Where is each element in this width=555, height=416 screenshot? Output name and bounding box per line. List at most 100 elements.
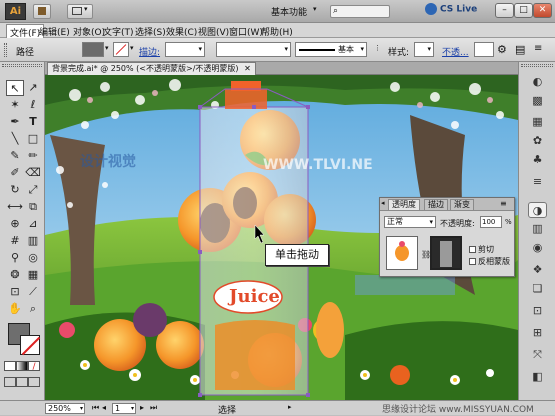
lasso-tool-icon[interactable]: ℓ [24, 97, 42, 113]
tab-gradient[interactable]: 渐变 [450, 199, 474, 210]
current-tool-label: 选择 [218, 406, 237, 416]
draw-normal-icon[interactable] [4, 377, 16, 387]
paintbrush-tool-icon[interactable]: ✎ [6, 148, 24, 164]
arrange-documents-button[interactable]: ▾ [67, 4, 93, 19]
status-bar: 250% ▾ ⏮ ◂ 1 ▾ ▸ ⏭ 选择 ▸ 思缘设计论坛 www.MISSY… [0, 400, 555, 416]
stroke-weight-field[interactable]: ▾ [165, 42, 205, 57]
perspective-grid-tool-icon[interactable]: ⊿ [24, 216, 42, 232]
cs-live-label: CS Live [440, 4, 478, 15]
zoom-tool-icon[interactable]: ⌕ [24, 301, 42, 317]
next-artboard-icon[interactable]: ▸ [140, 403, 144, 412]
graphic-style-select[interactable]: ▾ [414, 42, 434, 57]
variable-width-profile-select[interactable]: ▾ [216, 42, 291, 57]
stroke-color-box[interactable] [20, 335, 41, 356]
stroke-color-swatch[interactable] [113, 42, 129, 57]
tab-stroke[interactable]: 描边 [424, 199, 448, 210]
free-transform-tool-icon[interactable]: ⧉ [24, 199, 42, 215]
document-tab[interactable]: 背景完成.ai* @ 250% (<不透明蒙版>/不透明蒙版) ✕ [47, 62, 256, 75]
close-button[interactable]: ✕ [533, 3, 552, 18]
artboard-tool-icon[interactable]: ⊡ [6, 284, 24, 300]
appearance-panel-icon[interactable]: ◉ [528, 240, 547, 256]
width-tool-icon[interactable]: ⟷ [6, 199, 24, 215]
stroke-panel-icon[interactable]: ≡ [528, 174, 547, 190]
line-tool-icon[interactable]: ╲ [6, 131, 24, 147]
selection-tool-icon[interactable]: ↖ [6, 80, 24, 96]
invert-mask-checkbox[interactable]: 反相蒙版 [469, 256, 510, 267]
clip-checkbox[interactable]: 剪切 [469, 244, 494, 255]
maximize-button[interactable]: □ [514, 3, 533, 18]
pen-tool-icon[interactable]: ✒ [6, 114, 24, 130]
panel-menu-icon[interactable]: ≡ [534, 43, 542, 54]
mask-thumbnail[interactable] [430, 236, 462, 270]
hand-tool-icon[interactable]: ✋ [6, 301, 24, 317]
rectangle-tool-icon[interactable]: □ [24, 131, 42, 147]
fill-color-swatch[interactable] [82, 42, 104, 57]
tab-transparency[interactable]: 透明度 [388, 199, 420, 210]
brush-definition-select[interactable]: 基本 ▾ [295, 42, 367, 57]
zoom-select[interactable]: 250% ▾ [45, 403, 85, 414]
layers-panel-icon[interactable]: ❏ [528, 281, 547, 297]
previous-artboard-icon[interactable]: ◂ [102, 403, 106, 412]
artboard-number-select[interactable]: 1 ▾ [112, 403, 136, 414]
column-graph-tool-icon[interactable]: ▦ [24, 267, 42, 283]
status-menu-icon[interactable]: ▸ [288, 403, 292, 411]
artwork-thumbnail-image [395, 245, 409, 261]
artwork-thumbnail[interactable] [386, 236, 418, 270]
color-mode-icon[interactable] [4, 361, 16, 371]
blend-tool-icon[interactable]: ◎ [24, 250, 42, 266]
shape-builder-tool-icon[interactable]: ⊕ [6, 216, 24, 232]
eyedropper-tool-icon[interactable]: ⚲ [6, 250, 24, 266]
align-panel-icon[interactable]: ⊞ [528, 325, 547, 341]
gradient-mode-icon[interactable] [16, 361, 28, 371]
symbols-panel-icon[interactable]: ♣ [528, 152, 547, 168]
rotate-tool-icon[interactable]: ↻ [6, 182, 24, 198]
workspace-switcher[interactable]: 基本功能 [271, 5, 307, 18]
draw-inside-icon[interactable] [28, 377, 40, 387]
cs-live-button[interactable]: CS Live [425, 3, 477, 20]
swatches-panel-icon[interactable]: ▦ [528, 114, 547, 130]
eraser-tool-icon[interactable]: ⌫ [24, 165, 42, 181]
opacity-input[interactable]: 100 [480, 216, 502, 228]
gradient-tool-icon[interactable]: ▥ [24, 233, 42, 249]
direct-selection-tool-icon[interactable]: ↗ [24, 80, 42, 96]
mesh-tool-icon[interactable]: # [6, 233, 24, 249]
menu-item-1[interactable]: 编辑(E) [36, 24, 73, 39]
pencil-tool-icon[interactable]: ✏ [24, 148, 42, 164]
gradient-panel-icon[interactable]: ▥ [528, 221, 547, 237]
graphic-styles-icon[interactable]: ❖ [528, 262, 547, 278]
collapse-icon[interactable]: ◂ [381, 199, 385, 207]
pathfinder-panel-icon[interactable]: ◧ [528, 369, 547, 385]
artboards-panel-icon[interactable]: ⊡ [528, 303, 547, 319]
symbol-sprayer-tool-icon[interactable]: ❂ [6, 267, 24, 283]
opacity-link[interactable]: 不透... [442, 45, 469, 58]
type-tool-icon[interactable]: T [24, 114, 42, 130]
stroke-chevron-icon[interactable]: ▾ [130, 44, 134, 52]
last-artboard-icon[interactable]: ⏭ [150, 403, 157, 413]
panel-menu-icon[interactable]: ≡ [500, 199, 507, 208]
magic-wand-tool-icon[interactable]: ✶ [6, 97, 24, 113]
opacity-field[interactable] [474, 42, 494, 57]
color-guide-icon[interactable]: ▩ [528, 93, 547, 109]
transform-panel-icon[interactable]: ⤧ [528, 347, 547, 363]
search-help-field[interactable]: ⌕ [330, 5, 390, 18]
bridge-button[interactable] [33, 4, 51, 19]
blob-brush-tool-icon[interactable]: ✐ [6, 165, 24, 181]
blend-mode-select[interactable]: 正常 ▾ [384, 216, 436, 228]
workspace-chevron-icon[interactable]: ▾ [313, 5, 317, 13]
none-mode-icon[interactable]: / [28, 361, 40, 372]
fill-chevron-icon[interactable]: ▾ [105, 44, 109, 52]
first-artboard-icon[interactable]: ⏮ [92, 403, 99, 413]
dots-icon: ⋮ [374, 44, 381, 52]
draw-behind-icon[interactable] [16, 377, 28, 387]
minimize-button[interactable]: – [495, 3, 514, 18]
arrange-icon[interactable]: ▤ [515, 43, 525, 56]
brushes-panel-icon[interactable]: ✿ [528, 133, 547, 149]
document-setup-icon[interactable]: ⚙ [497, 43, 507, 56]
transparency-panel-icon[interactable]: ◑ [528, 202, 547, 218]
stroke-label[interactable]: 描边: [139, 45, 160, 58]
slice-tool-icon[interactable]: ⟋ [24, 284, 42, 300]
scale-tool-icon[interactable]: ⤢ [24, 182, 42, 198]
color-panel-icon[interactable]: ◐ [528, 74, 547, 90]
close-icon[interactable]: ✕ [244, 64, 251, 73]
menu-item-8[interactable]: 帮助(H) [258, 24, 296, 39]
